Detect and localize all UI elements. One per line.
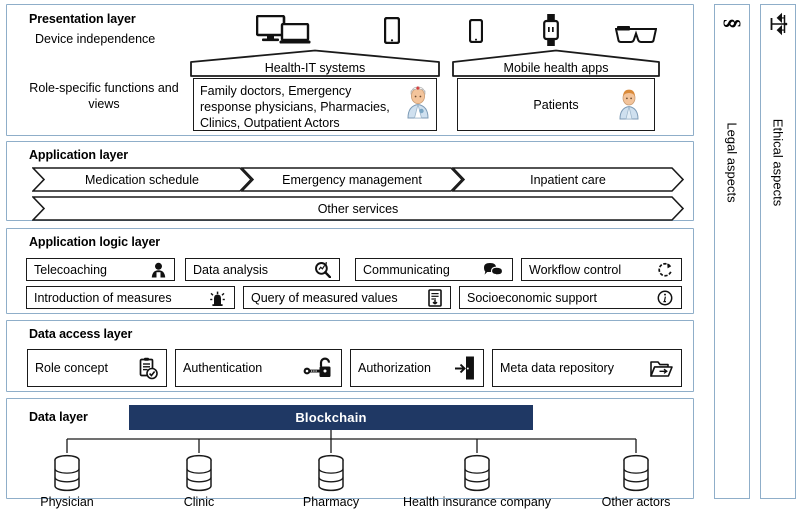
- ethical-aspects-label: Ethical aspects: [770, 118, 786, 207]
- section-sign-icon: §: [720, 18, 745, 29]
- tablet-icon: [383, 16, 401, 49]
- db-node-label: Clinic: [183, 495, 215, 509]
- logic-item-label: Socioeconomic support: [467, 290, 597, 305]
- access-item-meta-data-repository[interactable]: Meta data repository: [492, 349, 682, 387]
- logic-item-data-analysis[interactable]: Data analysis: [185, 258, 340, 281]
- application-logic-layer: Application logic layer Telecoaching Dat…: [6, 228, 694, 314]
- access-item-label: Meta data repository: [500, 361, 614, 375]
- access-item-label: Authentication: [183, 361, 263, 375]
- logic-item-query-of-measured-values[interactable]: Query of measured values: [243, 286, 451, 309]
- clipboard-check-icon: [138, 357, 158, 380]
- db-node-pharmacy[interactable]: Pharmacy: [303, 453, 359, 509]
- health-it-systems-label: Health-IT systems: [264, 61, 366, 75]
- logic-item-label: Data analysis: [193, 262, 269, 277]
- logic-item-telecoaching[interactable]: Telecoaching: [26, 258, 175, 281]
- presentation-layer: Presentation layer Device independence R…: [6, 4, 694, 136]
- service-chevron-inpatient-care[interactable]: Inpatient care: [452, 167, 684, 192]
- application-layer-title: Application layer: [29, 148, 129, 162]
- db-node-label: Pharmacy: [302, 495, 360, 509]
- data-layer: Data layer Blockchain Physician Clinic P…: [6, 398, 694, 509]
- database-cylinder-icon: [464, 454, 490, 492]
- data-access-layer: Data access layer Role concept Authentic…: [6, 320, 694, 392]
- smartphone-icon: [468, 18, 484, 48]
- logic-item-communicating[interactable]: Communicating: [355, 258, 513, 281]
- health-it-actors-text: Family doctors, Emergency response physi…: [200, 84, 390, 130]
- service-label: Inpatient care: [530, 172, 606, 187]
- health-it-systems-roof: Health-IT systems: [189, 49, 441, 77]
- legal-aspects-panel: § Legal aspects: [714, 4, 750, 499]
- service-chevron-other-services[interactable]: Other services: [32, 196, 684, 221]
- person-icon: [151, 262, 166, 278]
- scales-of-justice-icon: [761, 12, 795, 36]
- architecture-diagram: Presentation layer Device independence R…: [0, 0, 800, 509]
- device-independence-label: Device independence: [35, 32, 156, 46]
- door-entry-icon: [453, 356, 475, 380]
- db-node-label: Other actors: [601, 495, 671, 509]
- logic-item-label: Introduction of measures: [34, 290, 172, 305]
- alarm-siren-icon: [209, 289, 226, 306]
- logic-item-label: Workflow control: [529, 262, 622, 277]
- speech-bubbles-icon: [483, 262, 504, 277]
- doctor-avatar: [405, 85, 431, 123]
- health-it-actors-box: Family doctors, Emergency response physi…: [193, 78, 437, 131]
- logic-item-workflow-control[interactable]: Workflow control: [521, 258, 682, 281]
- db-node-other-actors[interactable]: Other actors: [602, 453, 670, 509]
- application-logic-layer-title: Application logic layer: [29, 235, 161, 249]
- blockchain-label: Blockchain: [295, 410, 367, 425]
- data-access-layer-title: Data access layer: [29, 327, 133, 341]
- service-label: Emergency management: [282, 172, 422, 187]
- role-specific-functions-label: Role-specific functions and views: [29, 81, 179, 111]
- database-cylinder-icon: [318, 454, 344, 492]
- database-cylinder-icon: [186, 454, 212, 492]
- key-padlock-icon: [303, 357, 333, 379]
- presentation-layer-title: Presentation layer: [29, 12, 136, 26]
- legal-aspects-label: Legal aspects: [724, 122, 740, 203]
- access-item-authentication[interactable]: Authentication: [175, 349, 342, 387]
- open-folder-icon: [650, 359, 673, 378]
- patient-avatar: [618, 88, 640, 124]
- patients-box: Patients: [457, 78, 655, 131]
- smart-glasses-icon: [614, 25, 658, 48]
- magnifier-icon: [314, 261, 331, 278]
- document-arrow-icon: [428, 288, 442, 307]
- access-item-label: Role concept: [35, 361, 108, 375]
- access-item-label: Authorization: [358, 361, 431, 375]
- logic-item-label: Query of measured values: [251, 290, 398, 305]
- database-cylinder-icon: [623, 454, 649, 492]
- logic-item-label: Communicating: [363, 262, 450, 277]
- database-cylinder-icon: [54, 454, 80, 492]
- access-item-authorization[interactable]: Authorization: [350, 349, 484, 387]
- laptop-icon: [279, 22, 313, 50]
- smartwatch-icon: [543, 14, 559, 51]
- refresh-cycle-icon: [658, 262, 673, 277]
- logic-item-label: Telecoaching: [34, 262, 107, 277]
- blockchain-bar[interactable]: Blockchain: [129, 405, 533, 430]
- mobile-health-apps-label: Mobile health apps: [503, 61, 609, 75]
- service-label: Medication schedule: [85, 172, 199, 187]
- mobile-health-apps-roof: Mobile health apps: [451, 49, 661, 77]
- application-layer: Application layer Medication schedule Em…: [6, 141, 694, 221]
- service-label: Other services: [317, 201, 399, 216]
- db-node-health-insurance-company[interactable]: Health insurance company: [403, 453, 551, 509]
- service-chevron-emergency-management[interactable]: Emergency management: [241, 167, 463, 192]
- db-node-physician[interactable]: Physician: [40, 453, 94, 509]
- access-item-role-concept[interactable]: Role concept: [27, 349, 167, 387]
- ethical-aspects-panel: Ethical aspects: [760, 4, 796, 499]
- db-node-label: Health insurance company: [403, 495, 551, 509]
- db-node-clinic[interactable]: Clinic: [179, 453, 219, 509]
- db-node-label: Physician: [40, 495, 94, 509]
- logic-item-socioeconomic-support[interactable]: Socioeconomic support: [459, 286, 682, 309]
- logic-item-introduction-of-measures[interactable]: Introduction of measures: [26, 286, 235, 309]
- info-circle-icon: [657, 290, 673, 306]
- service-chevron-medication-schedule[interactable]: Medication schedule: [32, 167, 252, 192]
- data-layer-title: Data layer: [29, 410, 88, 424]
- blockchain-node-connectors: [66, 430, 637, 453]
